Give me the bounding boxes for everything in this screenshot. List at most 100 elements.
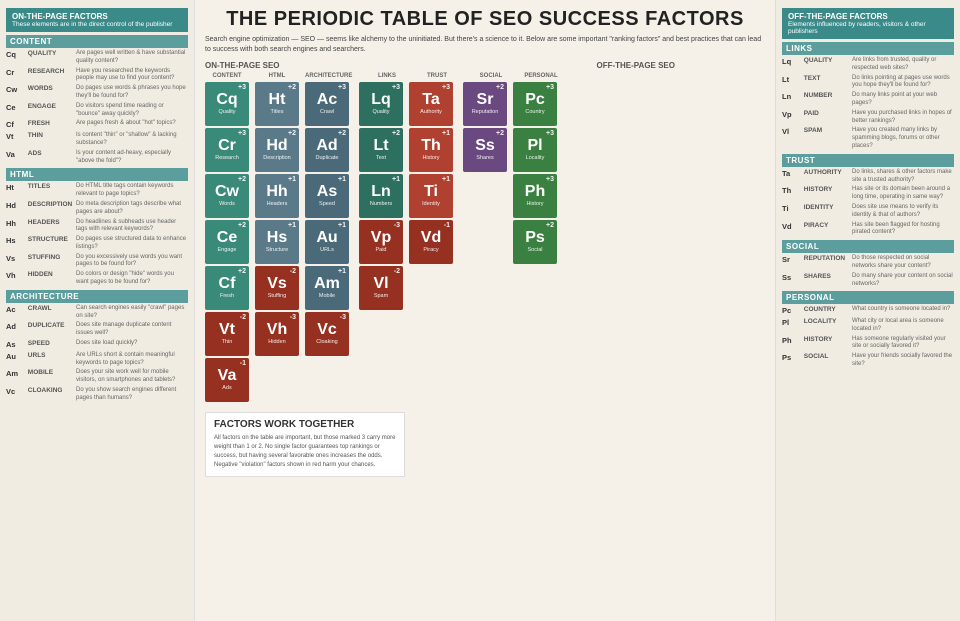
sidebar-label: STRUCTURE (26, 236, 76, 244)
periodic-element[interactable]: -2VlSpam (359, 266, 403, 310)
sidebar-item: Vt THIN Is content "thin" or "shallow" &… (6, 132, 188, 148)
element-name: Headers (267, 201, 288, 207)
periodic-element[interactable]: -3VcCloaking (305, 312, 349, 356)
periodic-element[interactable]: -2VsStuffing (255, 266, 299, 310)
element-symbol: Sr (477, 92, 494, 108)
periodic-element[interactable]: +1TiIdentity (409, 174, 453, 218)
sidebar-desc: Are links from trusted, quality or respe… (852, 57, 954, 73)
periodic-element[interactable]: -2VtThin (205, 312, 249, 356)
element-symbol: Am (314, 276, 340, 292)
sidebar-item: Th HISTORY Has site or its domain been a… (782, 186, 954, 202)
periodic-element[interactable]: -1VdPiracy (409, 220, 453, 264)
sidebar-desc: Does site load quickly? (76, 340, 188, 348)
periodic-element[interactable]: +2CfFresh (205, 266, 249, 310)
element-symbol: Cw (215, 184, 239, 200)
element-name: Research (215, 155, 239, 161)
periodic-element[interactable]: +3PcCountry (513, 82, 557, 126)
sidebar-desc: Have you purchased links in hopes of bet… (852, 110, 954, 126)
sidebar-label: STUFFING (26, 254, 76, 262)
periodic-element[interactable]: +3CqQuality (205, 82, 249, 126)
element-symbol: Ce (217, 230, 237, 246)
sidebar-code: Vd (782, 222, 802, 232)
element-symbol: As (317, 184, 337, 200)
periodic-element[interactable]: +1HsStructure (255, 220, 299, 264)
element-number: +3 (338, 84, 346, 91)
periodic-element[interactable]: +3PhHistory (513, 174, 557, 218)
sidebar-label: WORDS (26, 85, 76, 93)
sidebar-desc: Have your friends socially favored the s… (852, 353, 954, 369)
sidebar-code: Pl (782, 318, 802, 328)
element-symbol: Lt (373, 138, 388, 154)
element-symbol: Hs (267, 230, 287, 246)
periodic-element[interactable]: +1ThHistory (409, 128, 453, 172)
periodic-element[interactable]: +3LqQuality (359, 82, 403, 126)
sidebar-desc: Does site use means to verify its identi… (852, 204, 954, 220)
sidebar-code: Va (6, 150, 26, 160)
element-number: +2 (288, 130, 296, 137)
element-number: -2 (394, 268, 400, 275)
periodic-element[interactable]: -3VpPaid (359, 220, 403, 264)
sidebar-label: PIRACY (802, 222, 852, 230)
sidebar-desc: Do those respected on social networks sh… (852, 255, 954, 271)
sidebar-section-title: LINKS (782, 42, 954, 55)
element-number: -1 (240, 360, 246, 367)
sidebar-item: Ad DUPLICATE Does site manage duplicate … (6, 322, 188, 338)
periodic-element[interactable]: +3PlLocality (513, 128, 557, 172)
sidebar-label: LOCALITY (802, 318, 852, 326)
sidebar-code: Ss (782, 273, 802, 283)
element-name: Crawl (320, 109, 334, 115)
sidebar-code: Vt (6, 132, 26, 142)
element-name: Words (219, 201, 235, 207)
sidebar-desc: What city or local area is someone locat… (852, 318, 954, 334)
element-symbol: Lq (371, 92, 391, 108)
sidebar-desc: Do many share your content on social net… (852, 273, 954, 289)
periodic-element[interactable]: +3TaAuthority (409, 82, 453, 126)
element-symbol: Vc (317, 322, 337, 338)
periodic-element[interactable]: +2AdDuplicate (305, 128, 349, 172)
periodic-element[interactable]: -1VaAds (205, 358, 249, 402)
periodic-element[interactable]: +3AcCrawl (305, 82, 349, 126)
sidebar-item: Vp PAID Have you purchased links in hope… (782, 110, 954, 126)
periodic-element[interactable]: +2HdDescription (255, 128, 299, 172)
table-row: -2VtThin-3VhHidden-3VcCloaking (205, 312, 765, 356)
element-number: -3 (394, 222, 400, 229)
sidebar-item: Pl LOCALITY What city or local area is s… (782, 318, 954, 334)
periodic-element[interactable]: +1AuURLs (305, 220, 349, 264)
periodic-element[interactable]: +2CwWords (205, 174, 249, 218)
element-name: Quality (218, 109, 235, 115)
sidebar-desc: Do pages use words & phrases you hope th… (76, 85, 188, 101)
element-number: +2 (392, 130, 400, 137)
periodic-element[interactable]: -3VhHidden (255, 312, 299, 356)
periodic-element[interactable]: +2HtTitles (255, 82, 299, 126)
sidebar-section-title: HTML (6, 168, 188, 181)
periodic-element[interactable]: +1HhHeaders (255, 174, 299, 218)
element-symbol: Ss (475, 138, 495, 154)
element-symbol: Ph (525, 184, 545, 200)
element-number: +1 (288, 176, 296, 183)
periodic-element[interactable]: +2SrReputation (463, 82, 507, 126)
periodic-element[interactable]: +2SsShares (463, 128, 507, 172)
sidebar-item: Am MOBILE Does your site work well for m… (6, 369, 188, 385)
periodic-element[interactable]: +2PsSocial (513, 220, 557, 264)
periodic-element[interactable]: +3CrResearch (205, 128, 249, 172)
sidebar-desc: Do HTML title tags contain keywords rele… (76, 183, 188, 199)
element-number: +2 (496, 84, 504, 91)
element-number: +3 (546, 176, 554, 183)
periodic-element[interactable]: +1AsSpeed (305, 174, 349, 218)
table-row: +2CeEngage+1HsStructure+1AuURLs-3VpPaid-… (205, 220, 765, 264)
column-header: PERSONAL (519, 73, 563, 79)
sidebar-code: Ht (6, 183, 26, 193)
periodic-element[interactable]: +1LnNumbers (359, 174, 403, 218)
element-number: -3 (290, 314, 296, 321)
sidebar-code: Vl (782, 127, 802, 137)
periodic-element[interactable]: +2LtText (359, 128, 403, 172)
sidebar-item: Va ADS Is your content ad-heavy, especia… (6, 150, 188, 166)
element-name: Titles (271, 109, 284, 115)
sidebar-code: Hs (6, 236, 26, 246)
periodic-element[interactable]: +1AmMobile (305, 266, 349, 310)
periodic-element[interactable]: +2CeEngage (205, 220, 249, 264)
sidebar-code: Cw (6, 85, 26, 95)
sidebar-label: MOBILE (26, 369, 76, 377)
sidebar-item: Ta AUTHORITY Do links, shares & other fa… (782, 169, 954, 185)
element-name: Locality (526, 155, 545, 161)
